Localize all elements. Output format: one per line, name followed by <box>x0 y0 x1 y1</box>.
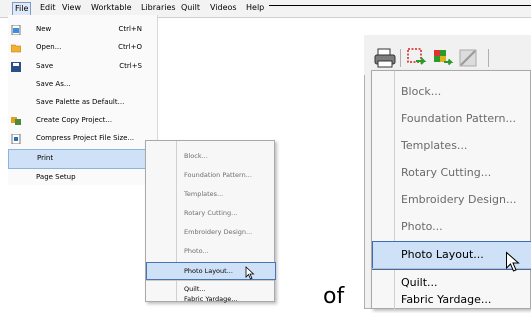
block-label: Block... <box>184 152 208 160</box>
block-select-icon[interactable] <box>406 47 428 69</box>
file-menu-save[interactable]: Save Ctrl+S <box>8 57 157 75</box>
file-menu-save-palette[interactable]: Save Palette as Default... <box>8 93 157 111</box>
mouse-cursor-zoomed-icon <box>506 251 520 272</box>
toolbar-divider-2 <box>488 49 489 67</box>
rotary-label: Rotary Cutting... <box>184 209 238 217</box>
save-as-label: Save As... <box>36 80 71 88</box>
zoom-block-label: Block... <box>401 85 442 98</box>
save-palette-label: Save Palette as Default... <box>36 98 125 106</box>
menu-view[interactable]: View <box>62 2 81 14</box>
print-submenu-embroidery[interactable]: Embroidery Design... <box>146 224 274 240</box>
file-menu-create-copy[interactable]: Create Copy Project... <box>8 111 157 129</box>
menu-edit[interactable]: Edit <box>40 2 56 14</box>
print-submenu-fabric[interactable]: Fabric Yardage... <box>146 294 274 303</box>
open-shortcut: Ctrl+O <box>118 43 142 51</box>
print-submenu-templates[interactable]: Templates... <box>146 186 274 202</box>
open-folder-icon <box>10 42 22 53</box>
save-label: Save <box>36 62 54 70</box>
ruler-icon[interactable] <box>458 47 480 69</box>
print-label: Print <box>37 154 54 162</box>
zoom-submenu-templates[interactable]: Templates... <box>372 132 531 159</box>
toolbar-divider <box>400 49 401 67</box>
photo-layout-label: Photo Layout... <box>184 267 233 275</box>
compress-icon <box>11 133 21 145</box>
zoom-photo-layout-label: Photo Layout... <box>401 248 484 261</box>
new-shortcut: Ctrl+N <box>118 25 142 33</box>
page-setup-label: Page Setup <box>36 173 76 181</box>
menu-help[interactable]: Help <box>246 2 264 14</box>
menu-file[interactable]: File <box>12 2 32 16</box>
zoom-submenu-embroidery[interactable]: Embroidery Design... <box>372 186 531 213</box>
file-menu-page-setup[interactable]: Page Setup <box>8 168 157 185</box>
zoom-submenu-block[interactable]: Block... <box>372 78 531 105</box>
menu-worktable[interactable]: Worktable <box>91 2 132 14</box>
new-doc-icon <box>11 24 21 36</box>
foundation-label: Foundation Pattern... <box>184 171 252 179</box>
print-submenu-foundation[interactable]: Foundation Pattern... <box>146 167 274 183</box>
print-icon[interactable] <box>374 47 396 69</box>
print-submenu-photo[interactable]: Photo... <box>146 243 274 259</box>
top-rule <box>269 5 531 6</box>
toolbar <box>364 35 531 75</box>
file-menu-print[interactable]: Print ▸ <box>8 149 157 169</box>
zoom-embroidery-label: Embroidery Design... <box>401 193 517 206</box>
zoom-foundation-label: Foundation Pattern... <box>401 112 516 125</box>
save-disk-icon <box>11 61 21 72</box>
menu-quilt[interactable]: Quilt <box>181 2 200 14</box>
new-label: New <box>36 25 52 33</box>
photo-label: Photo... <box>184 247 209 255</box>
zoom-submenu-rotary[interactable]: Rotary Cutting... <box>372 159 531 186</box>
mouse-cursor-icon <box>245 266 255 280</box>
print-submenu-photo-layout[interactable]: Photo Layout... <box>146 262 276 280</box>
print-submenu-zoomed: Block... Foundation Pattern... Templates… <box>371 70 531 310</box>
file-menu-compress[interactable]: Compress Project File Size... <box>8 129 157 147</box>
file-menu-new[interactable]: New Ctrl+N <box>8 20 157 38</box>
file-menu-save-as[interactable]: Save As... <box>8 75 157 93</box>
zoom-templates-label: Templates... <box>401 139 468 152</box>
quilt-grid-icon[interactable] <box>432 47 454 69</box>
open-label: Open... <box>36 43 62 51</box>
caption-text: of <box>323 284 345 309</box>
print-submenu-rotary[interactable]: Rotary Cutting... <box>146 205 274 221</box>
templates-label: Templates... <box>184 190 224 198</box>
file-menu: New Ctrl+N Open... Ctrl+O Save Ctrl+S Sa… <box>8 15 158 185</box>
print-submenu-block[interactable]: Block... <box>146 148 274 164</box>
embroidery-label: Embroidery Design... <box>184 228 253 236</box>
create-copy-label: Create Copy Project... <box>36 116 113 124</box>
zoom-submenu-photo[interactable]: Photo... <box>372 213 531 240</box>
menu-videos[interactable]: Videos <box>210 2 237 14</box>
compress-label: Compress Project File Size... <box>36 134 135 142</box>
fabric-label: Fabric Yardage... <box>184 295 238 303</box>
zoom-submenu-foundation[interactable]: Foundation Pattern... <box>372 105 531 132</box>
copy-project-icon <box>11 115 21 125</box>
zoom-rotary-label: Rotary Cutting... <box>401 166 492 179</box>
print-submenu: Block... Foundation Pattern... Templates… <box>145 140 276 303</box>
file-menu-open[interactable]: Open... Ctrl+O <box>8 38 157 56</box>
save-shortcut: Ctrl+S <box>119 62 142 70</box>
zoom-photo-label: Photo... <box>401 220 443 233</box>
menu-libraries[interactable]: Libraries <box>141 2 176 14</box>
